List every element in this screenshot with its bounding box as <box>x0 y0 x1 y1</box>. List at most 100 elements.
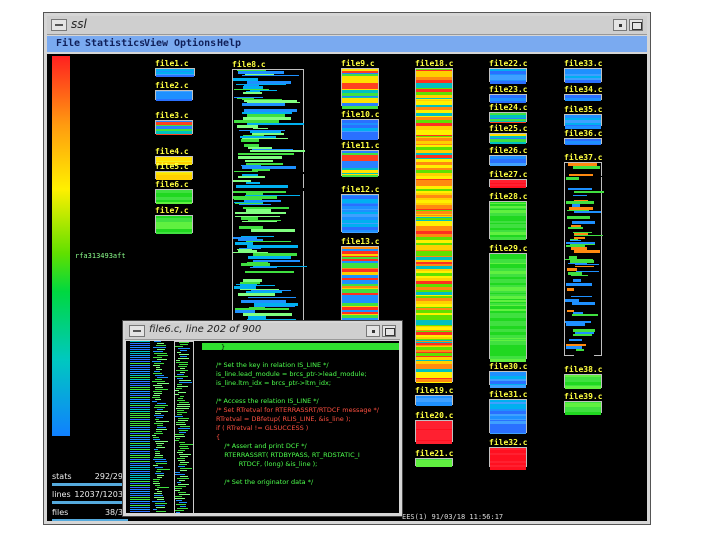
overview-line-mark <box>153 465 158 466</box>
overview-line-mark <box>130 503 150 504</box>
overview-line-mark <box>156 369 162 370</box>
viewer-menu-button[interactable] <box>129 325 145 337</box>
file-label: file27.c <box>489 170 528 179</box>
file-block[interactable] <box>155 215 193 234</box>
code-line-mark <box>342 106 378 109</box>
file-block[interactable] <box>489 68 527 84</box>
overview-line-mark <box>154 363 164 364</box>
code-line-mark <box>416 382 452 383</box>
file-block[interactable] <box>415 458 453 467</box>
source-code-line: RTERRASSRT( RTDBYPASS, RT_RDSTATIC_I <box>216 451 360 459</box>
file-block[interactable] <box>155 120 193 135</box>
stat-bar[interactable] <box>52 501 128 504</box>
file-block[interactable] <box>155 189 193 204</box>
file-block[interactable] <box>564 94 602 101</box>
overview-line-mark <box>130 445 150 446</box>
code-line-mark <box>342 232 378 233</box>
overview-line-mark <box>155 489 159 490</box>
file-block[interactable] <box>489 155 527 166</box>
file-label: file34.c <box>564 85 603 94</box>
overview-line-mark <box>180 448 189 449</box>
file-block[interactable] <box>489 253 527 362</box>
file-block[interactable] <box>564 68 602 83</box>
overview-line-mark <box>130 343 150 344</box>
file-block[interactable] <box>232 69 308 335</box>
overview-line-mark <box>130 363 150 364</box>
file-block[interactable] <box>415 395 453 406</box>
file-block[interactable] <box>489 447 527 470</box>
code-line-mark <box>250 172 306 174</box>
code-line-mark <box>490 433 526 434</box>
viewer-minimize-button[interactable] <box>366 325 380 337</box>
file-block[interactable] <box>489 201 527 240</box>
file-block[interactable] <box>341 194 379 233</box>
file-label: file22.c <box>489 59 528 68</box>
overview-line-mark <box>156 417 163 418</box>
file-block[interactable] <box>341 68 379 109</box>
menu-file[interactable]: File <box>56 38 80 49</box>
overview-line-mark <box>175 440 179 441</box>
file-block[interactable] <box>489 112 527 123</box>
menu-statistics[interactable]: Statistics <box>85 38 145 49</box>
file-block[interactable] <box>415 420 453 444</box>
overview-line-mark <box>130 413 150 414</box>
overview-line-mark <box>130 373 150 374</box>
overview-line-mark <box>130 389 150 390</box>
overview-line-mark <box>177 378 183 379</box>
menu-view[interactable]: View <box>144 38 168 49</box>
overview-line-mark <box>153 357 162 358</box>
file-block[interactable] <box>564 114 602 129</box>
overview-line-mark <box>155 413 161 414</box>
source-viewer-window[interactable]: file6.c, line 202 of 900 } /* Set the key… <box>122 320 403 517</box>
menu-help[interactable]: Help <box>217 38 241 49</box>
file-block[interactable] <box>489 179 527 188</box>
maximize-button[interactable] <box>629 19 643 31</box>
file-block[interactable] <box>341 150 379 177</box>
menu-options[interactable]: Options <box>174 38 216 49</box>
overview-line-mark <box>130 443 150 444</box>
stat-bar[interactable] <box>52 519 128 521</box>
file-block[interactable] <box>155 171 193 180</box>
file-block[interactable] <box>489 94 527 103</box>
file-block[interactable] <box>564 138 602 145</box>
overview-line-mark <box>130 405 150 406</box>
code-line-mark <box>565 100 601 101</box>
overview-line-mark <box>130 345 150 346</box>
overview-line-mark <box>176 424 186 425</box>
file-block[interactable] <box>489 371 527 388</box>
file-block[interactable] <box>564 374 602 389</box>
overview-line-mark <box>178 420 188 421</box>
color-scale-label: rfa313493aft <box>75 252 126 260</box>
code-line-mark <box>156 134 192 135</box>
file-block[interactable] <box>415 68 453 383</box>
file-block[interactable] <box>155 90 193 101</box>
viewer-maximize-button[interactable] <box>382 325 396 337</box>
overview-line-mark <box>153 479 160 480</box>
overview-line-mark <box>130 501 150 502</box>
minimize-button[interactable] <box>613 19 627 31</box>
source-code-line: { <box>216 433 221 441</box>
overview-line-mark <box>180 396 184 397</box>
timestamp: EES(1) 91/03/18 11:56:17 <box>402 513 504 521</box>
overview-line-mark <box>157 487 169 488</box>
file-block[interactable] <box>155 68 195 77</box>
file-block[interactable] <box>564 162 604 357</box>
overview-line-mark <box>130 365 150 366</box>
overview-line-mark <box>130 369 150 370</box>
stat-bar[interactable] <box>52 483 128 486</box>
file-block[interactable] <box>489 133 527 144</box>
window-menu-button[interactable] <box>51 19 67 31</box>
overview-strip[interactable] <box>174 341 194 513</box>
overview-line-mark <box>179 464 187 465</box>
file-label: file20.c <box>415 411 454 420</box>
overview-line-mark <box>153 395 160 396</box>
overview-line-mark <box>130 447 150 448</box>
file-block[interactable] <box>564 401 602 415</box>
file-block[interactable] <box>341 119 379 140</box>
overview-strip[interactable] <box>152 341 172 513</box>
overview-line-mark <box>154 423 163 424</box>
file-block[interactable] <box>489 399 527 434</box>
overview-line-mark <box>175 498 185 499</box>
overview-strip[interactable] <box>130 341 150 513</box>
file-block[interactable] <box>341 246 379 321</box>
